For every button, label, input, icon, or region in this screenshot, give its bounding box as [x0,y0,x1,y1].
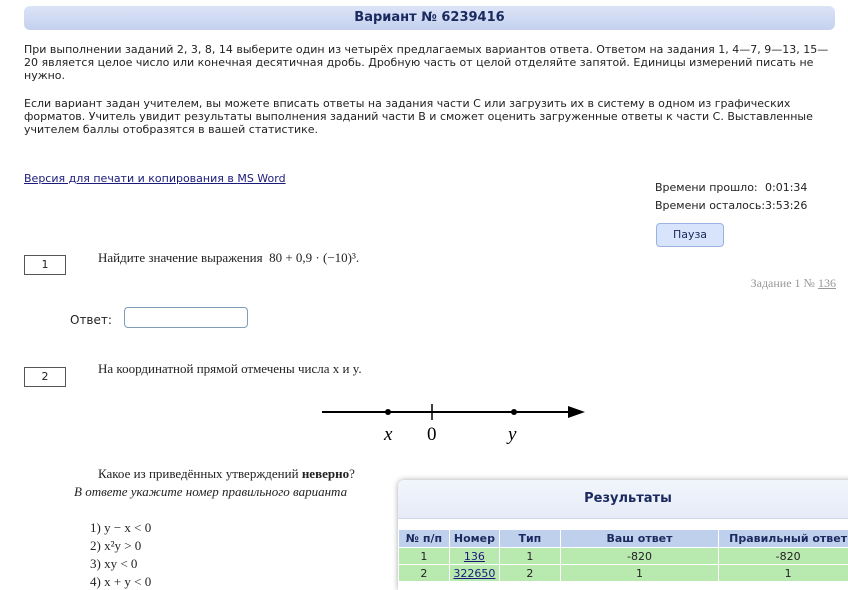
point-y [511,409,517,415]
question-2-prompt: Какое из приведённых утверждений неверно… [98,466,355,482]
table-row: 2 322650 2 1 1 [399,565,848,582]
table-row: 1 136 1 -820 -820 [399,548,848,565]
cell-correct-answer: 1 [719,565,848,582]
answer-hint: В ответе укажите номер правильного вариа… [74,484,347,500]
axis-arrow [568,406,585,418]
option-1: 1) y − x < 0 [90,520,151,536]
task-reference-label: Задание 1 № [751,276,815,290]
question-1-text: Найдите значение выражения 80 + 0,9 · (−… [98,250,359,266]
option-2: 2) x²y > 0 [90,538,141,554]
col-type: Тип [499,530,560,548]
cell-index: 2 [399,565,450,582]
col-your-answer: Ваш ответ [560,530,718,548]
time-left-value: 3:53:26 [765,197,807,215]
col-index: № п/п [399,530,450,548]
option-4: 4) x + y < 0 [90,574,151,590]
teacher-info-paragraph: Если вариант задан учителем, вы можете в… [24,97,839,136]
time-elapsed-value: 0:01:34 [765,179,807,197]
task-reference: Задание 1 № 136 [751,276,836,291]
time-elapsed: Времени прошло: 0:01:34 [655,179,758,197]
answer-input[interactable] [124,307,248,328]
time-left-label: Времени осталось: [655,199,765,212]
task-reference-link[interactable]: 136 [818,276,836,290]
results-panel: Результаты № п/п Номер Тип Ваш ответ Пра… [398,480,848,590]
question-prompt-post: ? [349,466,355,481]
question-prompt-bold: неверно [302,466,349,481]
time-left: Времени осталось: 3:53:26 [655,197,765,215]
cell-your-answer: -820 [560,548,718,565]
question-number-1: 1 [24,255,66,275]
point-x [385,409,391,415]
option-3: 3) xy < 0 [90,556,137,572]
label-zero: 0 [427,424,437,445]
instructions-paragraph: При выполнении заданий 2, 3, 8, 14 выбер… [24,43,839,82]
task-number-link[interactable]: 322650 [453,567,495,580]
results-title: Результаты [398,480,848,519]
question-2-text: На координатной прямой отмечены числа x … [98,361,362,377]
label-y: y [506,424,517,445]
cell-correct-answer: -820 [719,548,848,565]
question-prompt-pre: Какое из приведённых утверждений [98,466,302,481]
print-version-link[interactable]: Версия для печати и копирования в MS Wor… [24,172,286,185]
results-table: № п/п Номер Тип Ваш ответ Правильный отв… [398,529,848,582]
cell-type: 1 [499,548,560,565]
coordinate-line: x 0 y [320,393,600,453]
question-1-formula: 80 + 0,9 · (−10)³. [269,250,359,265]
cell-type: 2 [499,565,560,582]
variant-title: Вариант № 6239416 [24,6,835,30]
cell-number: 136 [449,548,499,565]
task-number-link[interactable]: 136 [464,550,485,563]
cell-number: 322650 [449,565,499,582]
results-header-row: № п/п Номер Тип Ваш ответ Правильный отв… [399,530,848,548]
label-x: x [383,424,393,445]
pause-button[interactable]: Пауза [656,223,724,247]
cell-index: 1 [399,548,450,565]
cell-your-answer: 1 [560,565,718,582]
answer-label: Ответ: [70,313,112,327]
col-correct-answer: Правильный ответ [719,530,848,548]
col-number: Номер [449,530,499,548]
question-number-2: 2 [24,367,66,387]
time-elapsed-label: Времени прошло: [655,181,758,194]
question-1-prompt: Найдите значение выражения [98,250,263,265]
